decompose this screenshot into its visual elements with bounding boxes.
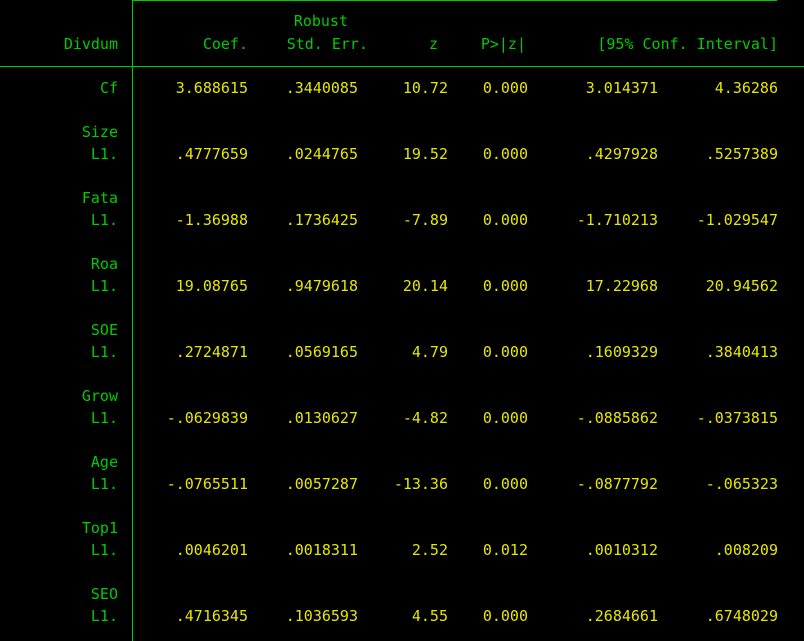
coef-cell: .4716345 bbox=[175, 607, 248, 625]
header-depvar: Divdum bbox=[63, 35, 118, 53]
p-value-cell: 0.000 bbox=[482, 277, 528, 295]
header-coef: Coef. bbox=[202, 35, 248, 53]
z-cell: 2.52 bbox=[411, 541, 448, 559]
ci-upper-cell: -.0373815 bbox=[696, 409, 778, 427]
p-value-cell: 0.012 bbox=[482, 541, 528, 559]
z-cell: 10.72 bbox=[402, 79, 448, 97]
header-divider bbox=[0, 66, 804, 67]
coef-cell: .4777659 bbox=[175, 145, 248, 163]
p-value-cell: 0.000 bbox=[482, 79, 528, 97]
header-conf-interval: [95% Conf. Interval] bbox=[597, 35, 778, 53]
ci-lower-cell: .1609329 bbox=[585, 343, 658, 361]
z-cell: 20.14 bbox=[402, 277, 448, 295]
coef-cell: -.0629839 bbox=[166, 409, 248, 427]
p-value-cell: 0.000 bbox=[482, 211, 528, 229]
std-err-cell: .0018311 bbox=[285, 541, 358, 559]
p-value-cell: 0.000 bbox=[482, 343, 528, 361]
std-err-cell: .3440085 bbox=[285, 79, 358, 97]
std-err-cell: .0130627 bbox=[285, 409, 358, 427]
ci-upper-cell: .3840413 bbox=[705, 343, 778, 361]
ci-lower-cell: .0010312 bbox=[585, 541, 658, 559]
p-value-cell: 0.000 bbox=[482, 607, 528, 625]
ci-upper-cell: .5257389 bbox=[705, 145, 778, 163]
coef-cell: .0046201 bbox=[175, 541, 248, 559]
std-err-cell: .1736425 bbox=[285, 211, 358, 229]
z-cell: 4.79 bbox=[411, 343, 448, 361]
z-cell: 19.52 bbox=[402, 145, 448, 163]
lag-operator: L1. bbox=[90, 211, 118, 229]
variable-name: Size bbox=[81, 123, 118, 141]
std-err-cell: .0057287 bbox=[285, 475, 358, 493]
ci-upper-cell: -1.029547 bbox=[696, 211, 778, 229]
variable-name: Roa bbox=[90, 255, 118, 273]
ci-upper-cell: 4.36286 bbox=[714, 79, 778, 97]
regression-output-table: Robust Divdum Coef. Std. Err. z P>|z| [9… bbox=[0, 0, 804, 641]
header-std-err: Std. Err. bbox=[286, 35, 368, 53]
ci-upper-cell: .008209 bbox=[714, 541, 778, 559]
header-z: z bbox=[428, 35, 438, 53]
ci-lower-cell: .4297928 bbox=[585, 145, 658, 163]
header-robust: Robust bbox=[293, 12, 348, 30]
ci-lower-cell: .2684661 bbox=[585, 607, 658, 625]
std-err-cell: .0244765 bbox=[285, 145, 358, 163]
variable-name: SOE bbox=[90, 321, 118, 339]
lag-operator: L1. bbox=[90, 277, 118, 295]
table-top-border bbox=[132, 0, 777, 1]
p-value-cell: 0.000 bbox=[482, 145, 528, 163]
z-cell: -13.36 bbox=[393, 475, 448, 493]
lag-operator: L1. bbox=[90, 343, 118, 361]
z-cell: -4.82 bbox=[402, 409, 448, 427]
coef-cell: -1.36988 bbox=[175, 211, 248, 229]
variable-name: Age bbox=[90, 453, 118, 471]
ci-upper-cell: 20.94562 bbox=[705, 277, 778, 295]
coef-cell: .2724871 bbox=[175, 343, 248, 361]
variable-name: Grow bbox=[81, 387, 118, 405]
lag-operator: L1. bbox=[90, 409, 118, 427]
header-p-value: P>|z| bbox=[480, 35, 526, 53]
std-err-cell: .9479618 bbox=[285, 277, 358, 295]
lag-operator: L1. bbox=[90, 145, 118, 163]
coef-cell: 3.688615 bbox=[175, 79, 248, 97]
ci-upper-cell: .6748029 bbox=[705, 607, 778, 625]
std-err-cell: .0569165 bbox=[285, 343, 358, 361]
ci-lower-cell: 17.22968 bbox=[585, 277, 658, 295]
ci-lower-cell: 3.014371 bbox=[585, 79, 658, 97]
lag-operator: L1. bbox=[90, 475, 118, 493]
z-cell: 4.55 bbox=[411, 607, 448, 625]
coef-cell: -.0765511 bbox=[166, 475, 248, 493]
std-err-cell: .1036593 bbox=[285, 607, 358, 625]
z-cell: -7.89 bbox=[402, 211, 448, 229]
variable-name: Cf bbox=[99, 79, 118, 97]
p-value-cell: 0.000 bbox=[482, 409, 528, 427]
column-divider-vertical bbox=[132, 0, 133, 641]
ci-lower-cell: -1.710213 bbox=[576, 211, 658, 229]
ci-upper-cell: -.065323 bbox=[705, 475, 778, 493]
variable-name: Top1 bbox=[81, 519, 118, 537]
coef-cell: 19.08765 bbox=[175, 277, 248, 295]
p-value-cell: 0.000 bbox=[482, 475, 528, 493]
ci-lower-cell: -.0885862 bbox=[576, 409, 658, 427]
variable-name: SEO bbox=[90, 585, 118, 603]
lag-operator: L1. bbox=[90, 607, 118, 625]
lag-operator: L1. bbox=[90, 541, 118, 559]
ci-lower-cell: -.0877792 bbox=[576, 475, 658, 493]
variable-name: Fata bbox=[81, 189, 118, 207]
